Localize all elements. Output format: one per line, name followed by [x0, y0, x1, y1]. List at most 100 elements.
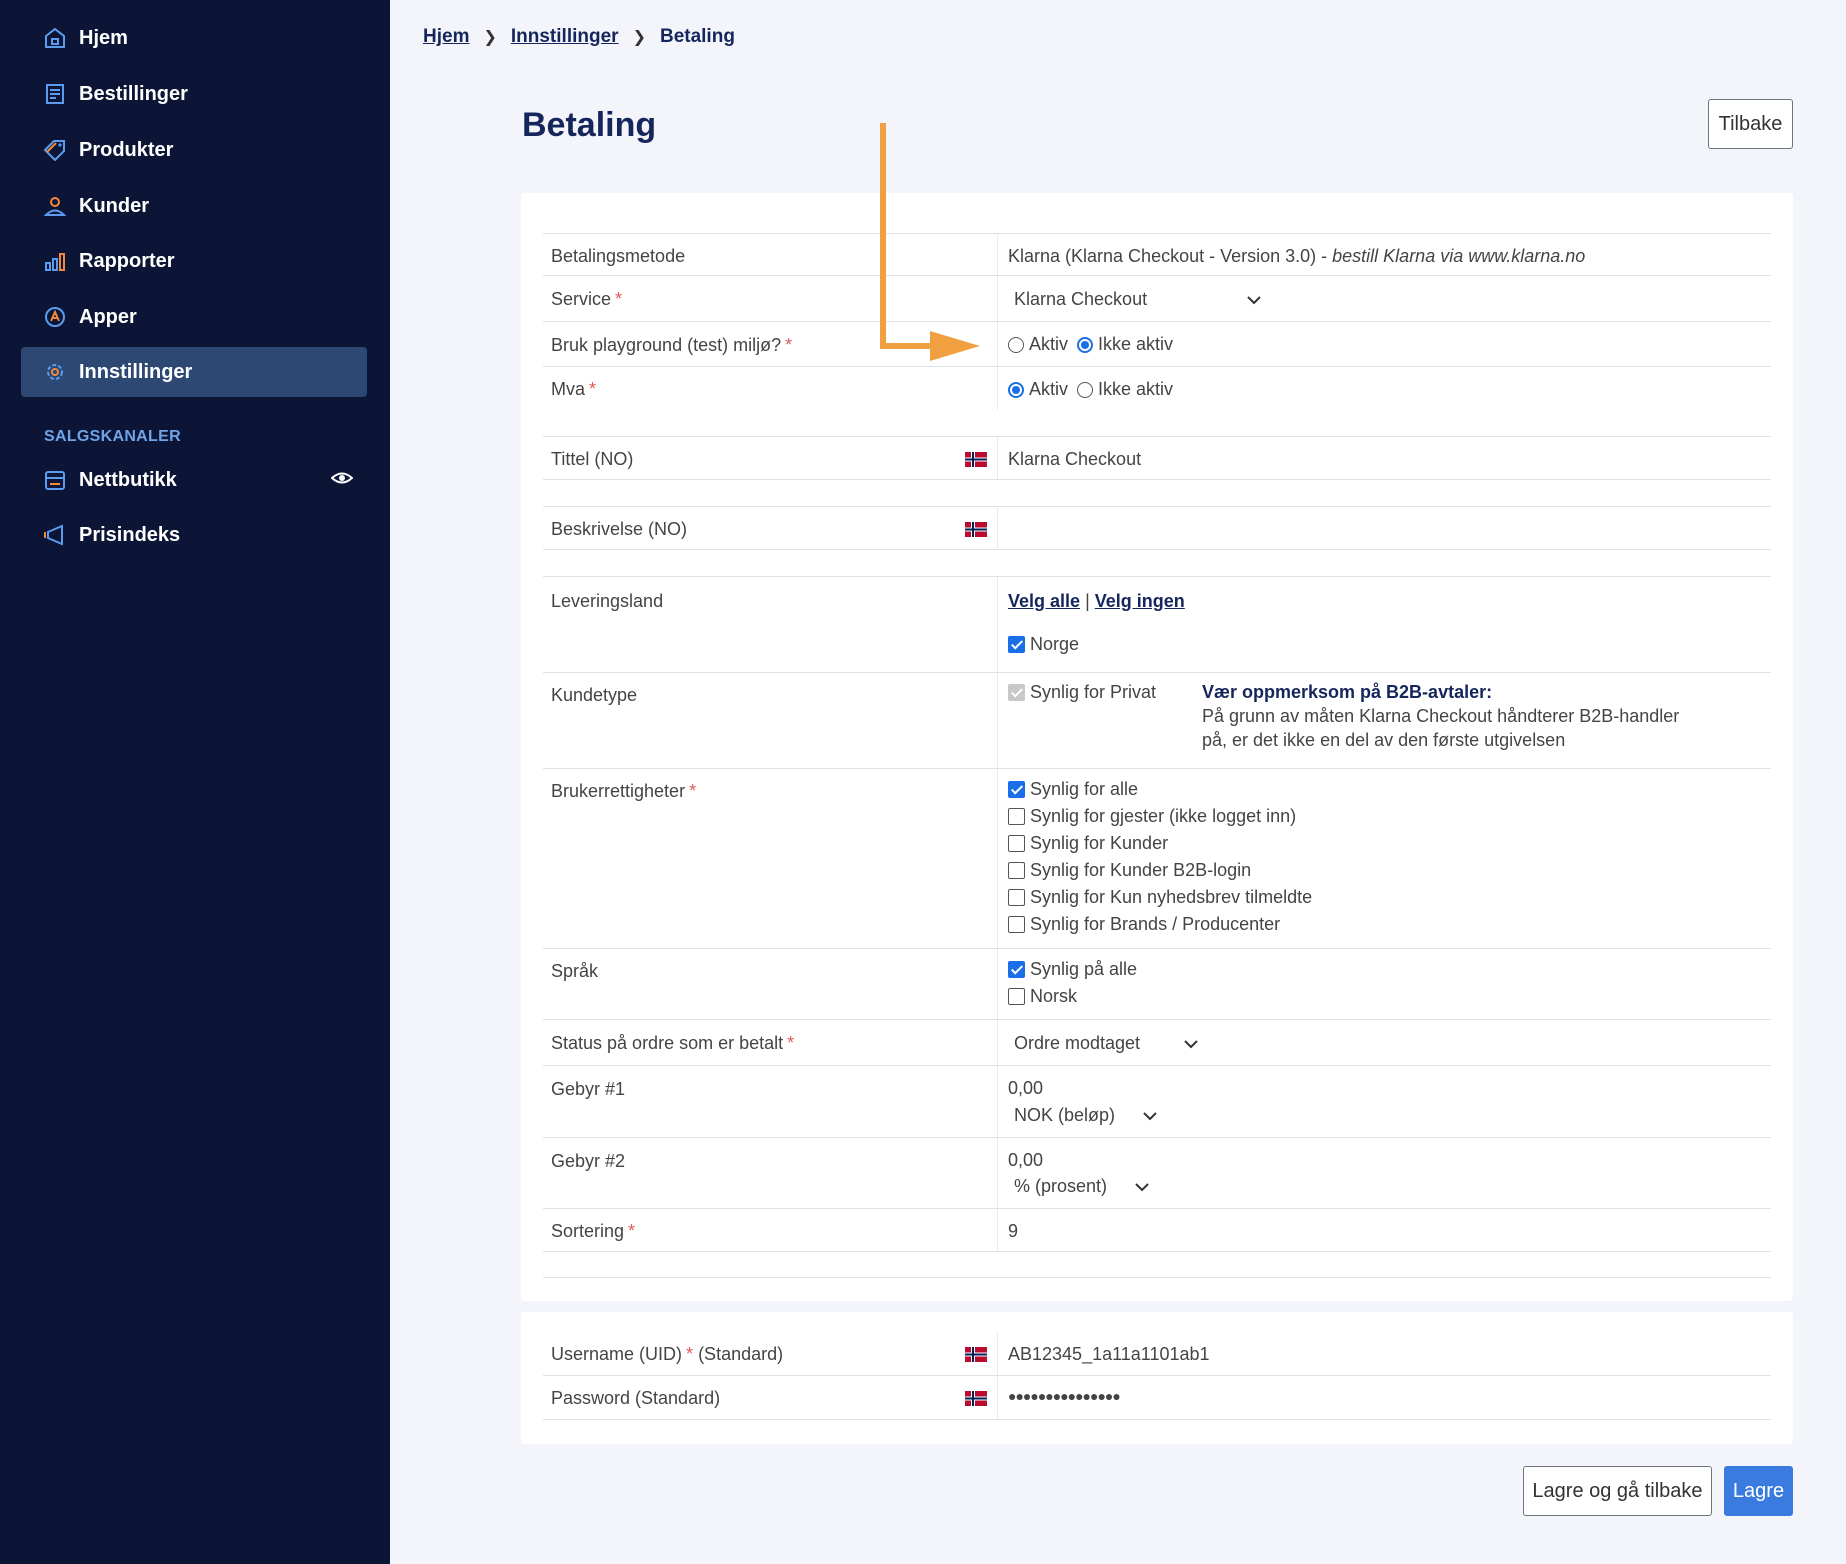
playground-options: Aktiv Ikke aktiv	[1008, 334, 1177, 358]
fee1-input[interactable]: 0,00	[1008, 1078, 1043, 1099]
b2b-notice: Vær oppmerksom på B2B-avtaler: På grunn …	[1202, 682, 1680, 750]
service-label: Service *	[551, 289, 623, 309]
order-status-label: Status på ordre som er betalt *	[551, 1033, 795, 1053]
sidebar-item-orders[interactable]: Bestillinger	[21, 69, 367, 119]
back-button[interactable]: Tilbake	[1708, 99, 1793, 149]
order-status-select[interactable]: Ordre modtaget	[1014, 1033, 1198, 1054]
save-and-back-button[interactable]: Lagre og gå tilbake	[1523, 1466, 1712, 1516]
username-row: Username (UID) * (Standard) AB12345_1a11a…	[543, 1332, 1771, 1376]
rights-customers-checkbox[interactable]: Synlig for Kunder	[1008, 830, 1312, 857]
breadcrumb-current: Betaling	[659, 26, 735, 47]
norway-flag-icon	[965, 522, 987, 537]
select-links: Velg alle | Velg ingen	[1008, 591, 1185, 611]
credentials-card: Username (UID) * (Standard) AB12345_1a11a…	[521, 1312, 1793, 1444]
sidebar-item-label: Produkter	[79, 138, 174, 161]
title-input[interactable]: Klarna Checkout	[1008, 449, 1141, 470]
eye-icon[interactable]	[330, 469, 354, 493]
description-label: Beskrivelse (NO)	[551, 519, 688, 539]
sidebar-item-products[interactable]: Produkter	[21, 125, 367, 175]
fee1-label: Gebyr #1	[551, 1079, 626, 1099]
sales-channels-heading: SALGSKANALER	[44, 428, 181, 445]
norway-flag-icon	[965, 1391, 987, 1406]
orders-icon	[43, 82, 67, 106]
select-none-link[interactable]: Velg ingen	[1095, 591, 1185, 611]
select-all-link[interactable]: Velg alle	[1008, 591, 1080, 611]
customer-type-row: Kundetype Synlig for Privat Vær oppmerks…	[543, 672, 1771, 768]
sidebar-item-settings[interactable]: Innstillinger	[21, 347, 367, 397]
language-options: Synlig på alle Norsk	[1008, 956, 1137, 1010]
rights-brands-checkbox[interactable]: Synlig for Brands / Producenter	[1008, 911, 1312, 938]
user-icon	[43, 194, 67, 218]
delivery-country-row: Leveringsland Velg alle | Velg ingen Nor…	[543, 576, 1771, 672]
page-title: Betaling	[522, 106, 657, 144]
user-rights-label: Brukerrettigheter *	[551, 781, 697, 801]
sidebar: Hjem Bestillinger Produkter Kunder Rappo…	[0, 0, 390, 1564]
customer-type-label: Kundetype	[551, 685, 638, 705]
annotation-arrow-icon	[880, 123, 980, 361]
sidebar-item-label: Prisindeks	[79, 523, 181, 546]
rights-newsletter-checkbox[interactable]: Synlig for Kun nyhedsbrev tilmeldte	[1008, 884, 1312, 911]
fee1-unit-select[interactable]: NOK (beløp)	[1014, 1105, 1157, 1126]
country-norway-checkbox[interactable]: Norge	[1008, 631, 1079, 658]
fee2-unit-select[interactable]: % (prosent)	[1014, 1176, 1149, 1197]
fee2-row: Gebyr #2 0,00 % (prosent)	[543, 1137, 1771, 1208]
playground-label: Bruk playground (test) miljø? *	[551, 335, 793, 355]
language-all-checkbox[interactable]: Synlig på alle	[1008, 956, 1137, 983]
sidebar-item-home[interactable]: Hjem	[21, 13, 367, 63]
klarna-order-link[interactable]: bestill Klarna via www.klarna.no	[1332, 246, 1585, 266]
sidebar-item-price-index[interactable]: Prisindeks	[21, 510, 367, 560]
vat-row: Mva * Aktiv Ikke aktiv	[543, 366, 1771, 410]
title-label: Tittel (NO)	[551, 449, 634, 469]
chevron-down-icon	[1247, 289, 1261, 310]
user-rights-row: Brukerrettigheter * Synlig for alle Synli…	[543, 768, 1771, 948]
sorting-input[interactable]: 9	[1008, 1221, 1018, 1242]
card-footer-divider	[543, 1277, 1771, 1278]
breadcrumb-settings-link[interactable]: Innstillinger	[511, 26, 619, 48]
gear-icon	[43, 360, 67, 384]
password-input[interactable]: ●●●●●●●●●●●●●●●	[1008, 1388, 1121, 1404]
sidebar-item-label: Rapporter	[79, 249, 175, 272]
language-row: Språk Synlig på alle Norsk	[543, 948, 1771, 1019]
norway-flag-icon	[965, 452, 987, 467]
vat-active-radio[interactable]: Aktiv	[1008, 379, 1068, 400]
save-button[interactable]: Lagre	[1724, 1466, 1793, 1516]
private-visible-checkbox: Synlig for Privat	[1008, 679, 1156, 706]
fee2-input[interactable]: 0,00	[1008, 1150, 1043, 1171]
home-icon	[43, 26, 67, 50]
description-row: Beskrivelse (NO)	[543, 506, 1771, 550]
vat-inactive-radio[interactable]: Ikke aktiv	[1077, 379, 1173, 400]
rights-b2b-checkbox[interactable]: Synlig for Kunder B2B-login	[1008, 857, 1312, 884]
language-label: Språk	[551, 961, 599, 981]
language-norwegian-checkbox[interactable]: Norsk	[1008, 983, 1137, 1010]
payment-method-label: Betalingsmetode	[551, 246, 686, 266]
breadcrumb-home-link[interactable]: Hjem	[423, 26, 469, 48]
rights-all-checkbox[interactable]: Synlig for alle	[1008, 776, 1312, 803]
rights-guests-checkbox[interactable]: Synlig for gjester (ikke logget inn)	[1008, 803, 1312, 830]
sidebar-item-apps[interactable]: Apper	[21, 292, 367, 342]
sidebar-item-label: Apper	[79, 305, 137, 328]
fee2-label: Gebyr #2	[551, 1151, 626, 1171]
tag-icon	[43, 138, 67, 162]
norway-flag-icon	[965, 1347, 987, 1362]
username-input[interactable]: AB12345_1a11a1101ab1	[1008, 1344, 1210, 1365]
chevron-right-icon: ❯	[483, 29, 497, 46]
sidebar-item-label: Kunder	[79, 194, 149, 217]
playground-inactive-radio[interactable]: Ikke aktiv	[1077, 334, 1173, 355]
sidebar-item-label: Nettbutikk	[79, 468, 177, 491]
sidebar-item-webshop[interactable]: Nettbutikk	[21, 455, 367, 505]
sidebar-item-customers[interactable]: Kunder	[21, 181, 367, 231]
username-label: Username (UID) * (Standard)	[551, 1344, 784, 1364]
sidebar-item-reports[interactable]: Rapporter	[21, 236, 367, 286]
order-status-row: Status på ordre som er betalt * Ordre mod…	[543, 1019, 1771, 1065]
megaphone-icon	[43, 523, 67, 547]
bar-chart-icon	[43, 249, 67, 273]
sorting-row: Sortering * 9	[543, 1208, 1771, 1252]
sidebar-item-label: Bestillinger	[79, 82, 188, 105]
payment-method-value: Klarna (Klarna Checkout - Version 3.0) -…	[1008, 246, 1586, 266]
playground-active-radio[interactable]: Aktiv	[1008, 334, 1068, 355]
sidebar-item-label: Hjem	[79, 26, 128, 49]
playground-row: Bruk playground (test) miljø? * Aktiv Ikk…	[543, 321, 1771, 366]
store-icon	[43, 468, 67, 492]
service-select[interactable]: Klarna Checkout	[1014, 289, 1261, 310]
delivery-country-label: Leveringsland	[551, 591, 664, 611]
